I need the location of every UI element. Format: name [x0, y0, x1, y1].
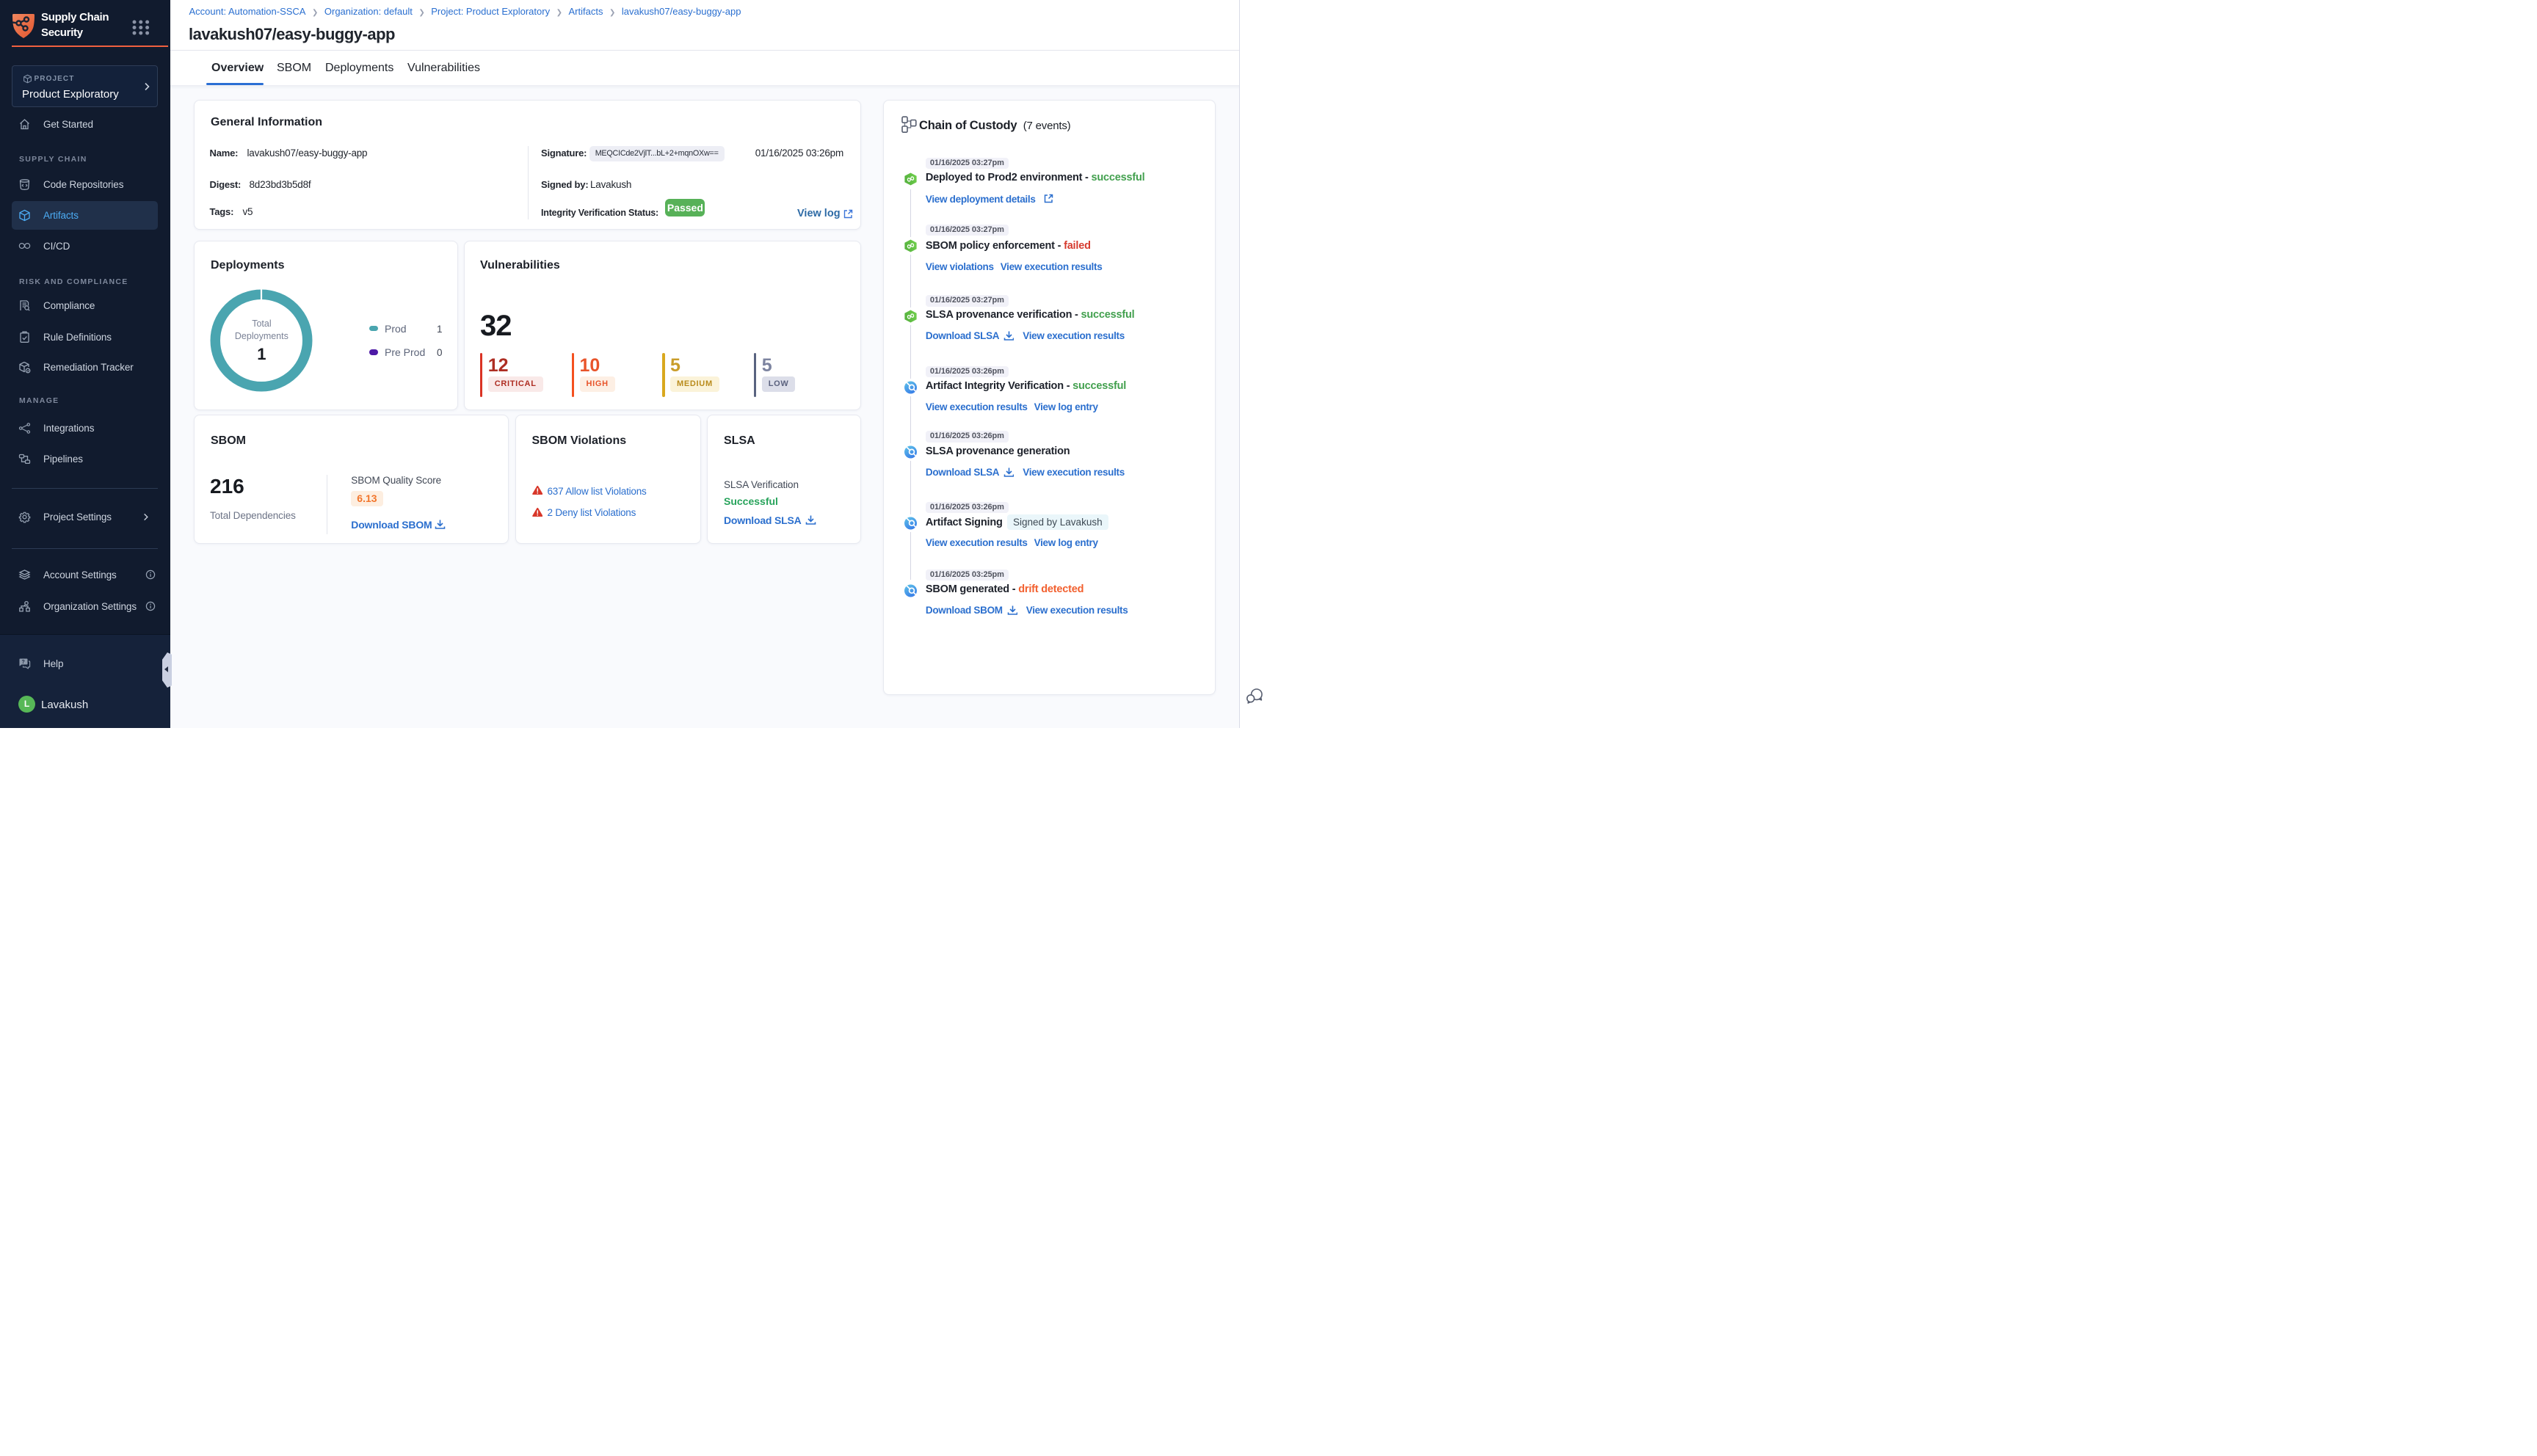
svg-text:?: ? [22, 660, 25, 665]
